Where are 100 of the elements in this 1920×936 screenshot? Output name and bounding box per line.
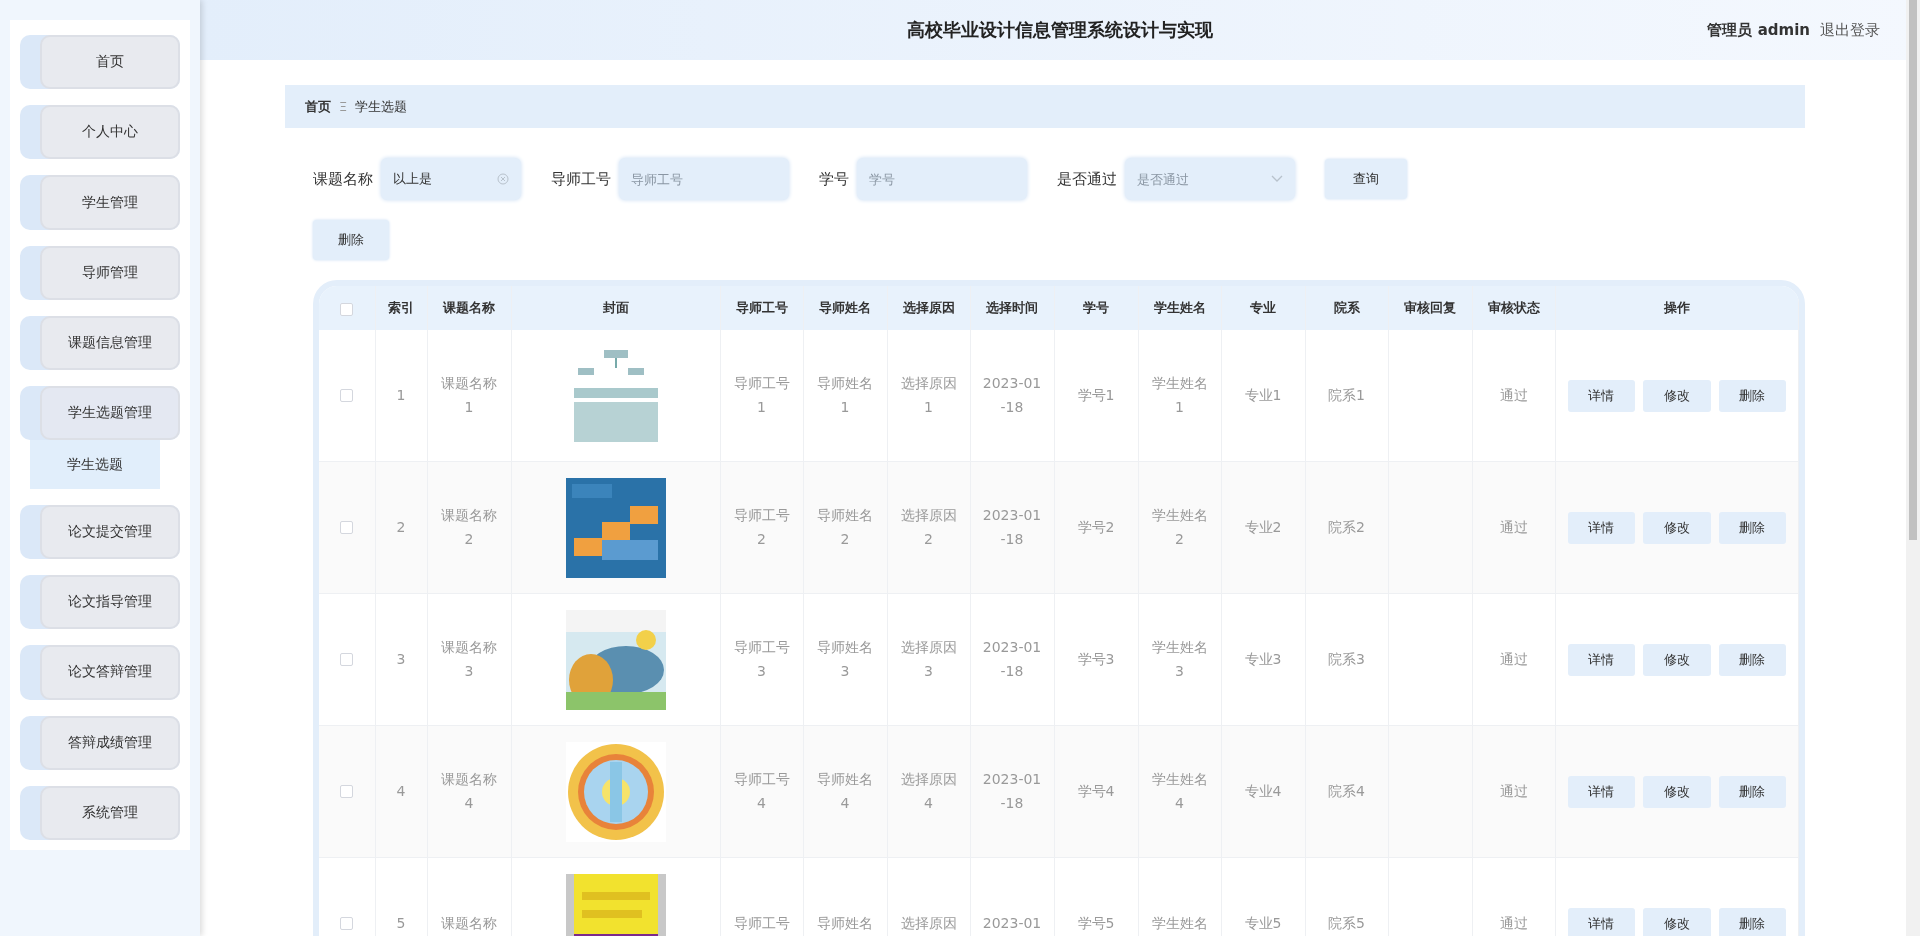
table-cell: 4 xyxy=(375,725,427,858)
menu-item[interactable]: 导师管理 xyxy=(20,245,180,300)
logout-link[interactable]: 退出登录 xyxy=(1820,20,1880,40)
table-cell: 导师姓名2 xyxy=(803,461,887,594)
checkbox[interactable] xyxy=(340,389,354,403)
checkbox[interactable] xyxy=(340,302,354,316)
table-cell: 学号2 xyxy=(1054,461,1138,594)
menu-item[interactable]: 答辩成绩管理 xyxy=(20,715,180,770)
field-label: 导师工号 xyxy=(551,169,611,189)
table-cell: 选择原因4 xyxy=(887,725,970,858)
clear-icon[interactable] xyxy=(497,173,509,185)
breadcrumb-item: 学生选题 xyxy=(355,97,408,116)
column-header: 学生姓名 xyxy=(1138,286,1221,330)
action-button[interactable]: 详情 xyxy=(1567,511,1635,544)
table-cell: 院系1 xyxy=(1305,330,1388,462)
table-cell: 课题名称2 xyxy=(427,461,511,594)
query-button[interactable]: 查询 xyxy=(1325,159,1407,199)
table-cell: 学号3 xyxy=(1054,593,1138,726)
action-button[interactable]: 详情 xyxy=(1567,379,1635,412)
table-cell: 学号1 xyxy=(1054,330,1138,462)
breadcrumb-item[interactable]: 首页 xyxy=(305,97,331,116)
table-cell: 学生姓名3 xyxy=(1138,593,1221,726)
table-cell: 导师姓名1 xyxy=(803,330,887,462)
table-cell: 学号4 xyxy=(1054,725,1138,858)
table-cell: 通过 xyxy=(1472,461,1555,594)
action-button[interactable]: 修改 xyxy=(1643,775,1711,808)
column-header: 选择时间 xyxy=(970,286,1054,330)
select-field[interactable]: 是否通过 xyxy=(1125,158,1295,200)
action-button[interactable]: 删除 xyxy=(1718,775,1786,808)
table-cell: 院系3 xyxy=(1305,593,1388,726)
table-cell: 选择原因3 xyxy=(887,593,970,726)
submenu-item[interactable]: 学生选题 xyxy=(30,440,160,489)
table-cell: 选择原因 xyxy=(887,857,970,936)
user-label: 管理员 admin xyxy=(1707,20,1810,40)
table-cell: 导师姓名3 xyxy=(803,593,887,726)
checkbox[interactable] xyxy=(340,521,354,535)
action-button[interactable]: 详情 xyxy=(1567,775,1635,808)
checkbox[interactable] xyxy=(340,653,354,667)
table-cell: 2023-01-18 xyxy=(970,725,1054,858)
table-cell: 通过 xyxy=(1472,857,1555,936)
column-header: 导师工号 xyxy=(720,286,803,330)
action-button[interactable]: 删除 xyxy=(1718,907,1786,936)
column-header: 索引 xyxy=(375,286,427,330)
table-cell: 通过 xyxy=(1472,330,1555,462)
table-cell: 导师工号 xyxy=(720,857,803,936)
table-cell: 院系4 xyxy=(1305,725,1388,858)
table-cell: 1 xyxy=(375,330,427,462)
column-header: 课题名称 xyxy=(427,286,511,330)
menu-item[interactable]: 课题信息管理 xyxy=(20,315,180,371)
field-label: 学号 xyxy=(819,169,849,189)
table-cell: 课题名称4 xyxy=(427,725,511,858)
checkbox[interactable] xyxy=(340,785,354,799)
menu-item[interactable]: 系统管理 xyxy=(20,785,180,841)
menu-item[interactable]: 论文答辩管理 xyxy=(20,645,180,700)
table-cell: 选择原因1 xyxy=(887,330,970,462)
breadcrumb-separator: Ξ xyxy=(339,99,348,114)
table-cell: 专业2 xyxy=(1221,461,1305,594)
menu-item[interactable]: 论文指导管理 xyxy=(20,575,180,630)
action-button[interactable]: 删除 xyxy=(1718,643,1786,676)
menu-item[interactable]: 学生选题管理 xyxy=(20,386,180,441)
table-cell: 课题名称1 xyxy=(427,330,511,462)
table-cell: 通过 xyxy=(1472,725,1555,858)
action-button[interactable]: 修改 xyxy=(1643,643,1711,676)
input-field[interactable]: 以上是 xyxy=(381,158,521,200)
table-cell: 2023-01-18 xyxy=(970,461,1054,594)
input-field[interactable]: 导师工号 xyxy=(619,158,789,200)
column-header: 选择原因 xyxy=(887,286,970,330)
action-button[interactable]: 修改 xyxy=(1643,379,1711,412)
table-cell: 5 xyxy=(375,857,427,936)
table-cell: 学号5 xyxy=(1054,857,1138,936)
action-button[interactable]: 修改 xyxy=(1643,511,1711,544)
action-button[interactable]: 删除 xyxy=(1718,511,1786,544)
delete-button[interactable]: 删除 xyxy=(313,220,389,260)
action-button[interactable]: 删除 xyxy=(1718,379,1786,412)
table-cell: 课题名称3 xyxy=(427,593,511,726)
table-cell: 导师姓名4 xyxy=(803,725,887,858)
table-cell: 学生姓名2 xyxy=(1138,461,1221,594)
menu-item[interactable]: 论文提交管理 xyxy=(20,504,180,560)
table-cell: 院系2 xyxy=(1305,461,1388,594)
action-button[interactable]: 修改 xyxy=(1643,907,1711,936)
chevron-down-icon[interactable] xyxy=(1271,175,1283,183)
column-header: 导师姓名 xyxy=(803,286,887,330)
scrollbar[interactable] xyxy=(1906,0,1920,936)
action-button[interactable]: 详情 xyxy=(1567,907,1635,936)
column-header: 审核状态 xyxy=(1472,286,1555,330)
column-header: 审核回复 xyxy=(1388,286,1472,330)
table-cell: 导师工号4 xyxy=(720,725,803,858)
menu-item[interactable]: 首页 xyxy=(20,35,180,90)
field-label: 是否通过 xyxy=(1057,169,1117,189)
table-cell: 导师姓名 xyxy=(803,857,887,936)
checkbox[interactable] xyxy=(340,917,354,931)
table-cell: 导师工号3 xyxy=(720,593,803,726)
table-cell: 院系5 xyxy=(1305,857,1388,936)
column-header: 操作 xyxy=(1555,286,1799,330)
input-field[interactable]: 学号 xyxy=(857,158,1027,200)
menu-item[interactable]: 个人中心 xyxy=(20,105,180,160)
table-cell: 2023-01 xyxy=(970,857,1054,936)
app-title: 高校毕业设计信息管理系统设计与实现 xyxy=(907,19,1213,40)
menu-item[interactable]: 学生管理 xyxy=(20,175,180,230)
action-button[interactable]: 详情 xyxy=(1567,643,1635,676)
